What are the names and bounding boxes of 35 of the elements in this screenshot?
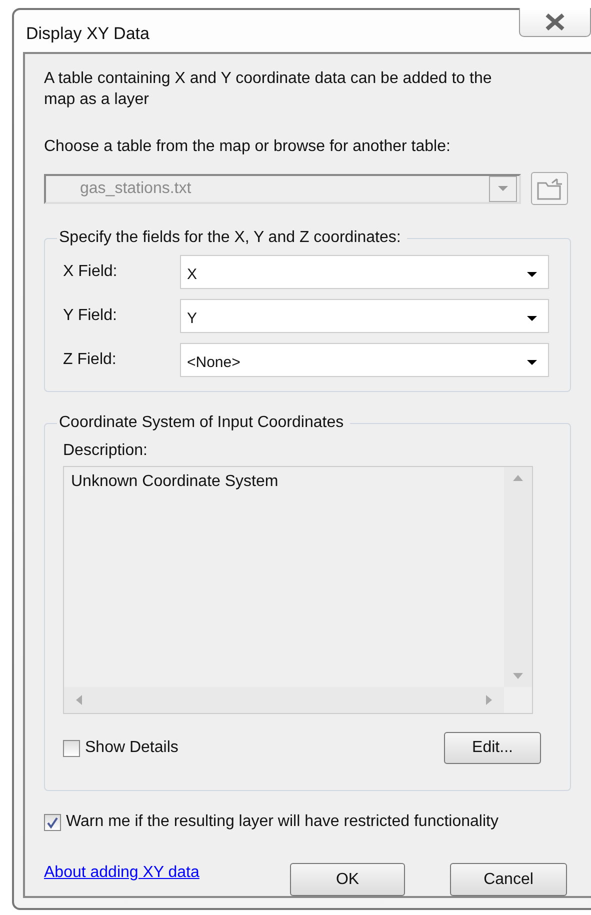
close-icon [544,13,566,31]
scroll-up-icon[interactable] [513,475,523,481]
horizontal-scrollbar[interactable] [64,687,504,713]
caret-icon [497,185,509,192]
intro-text: A table containing X and Y coordinate data can be added to the map as a layer [44,69,493,110]
scroll-left-icon[interactable] [76,695,82,705]
description-label: Description: [63,442,148,460]
folder-icon [536,176,564,200]
caret-icon [526,358,538,366]
help-link[interactable]: About adding XY data [44,864,290,882]
field-label: Y Field: [63,307,118,325]
field-label: Z Field: [63,351,118,369]
field-dropdown[interactable]: <None> [180,343,549,377]
table-prompt: Choose a table from the map or browse for another table: [44,138,452,156]
close-button[interactable] [519,8,591,37]
group-legend: Specify the fields for the X, Y and Z coordinates: [57,229,407,247]
field-label: X Field: [63,263,118,281]
checkbox-label: Show Details [85,739,178,757]
checkbox-label: Warn me if the resulting layer will have restricted functionality [66,813,498,831]
window-title: Display XY Data [26,24,150,44]
description-text: Unknown Coordinate System [70,472,280,492]
field-dropdown[interactable]: X [180,255,549,289]
scroll-right-icon[interactable] [486,695,492,705]
ok-button[interactable]: OK [290,863,405,896]
checkbox[interactable] [44,814,61,830]
cancel-button[interactable]: Cancel [450,863,567,896]
group-legend: Coordinate System of Input Coordinates [57,414,350,432]
checkbox[interactable] [63,740,80,756]
caret-icon [526,270,538,278]
scroll-down-icon[interactable] [513,673,523,679]
vertical-scrollbar[interactable] [504,467,532,687]
caret-icon [526,314,538,322]
browse-button[interactable] [531,172,568,205]
edit-button[interactable]: Edit... [444,732,541,764]
field-dropdown[interactable]: Y [180,299,549,333]
